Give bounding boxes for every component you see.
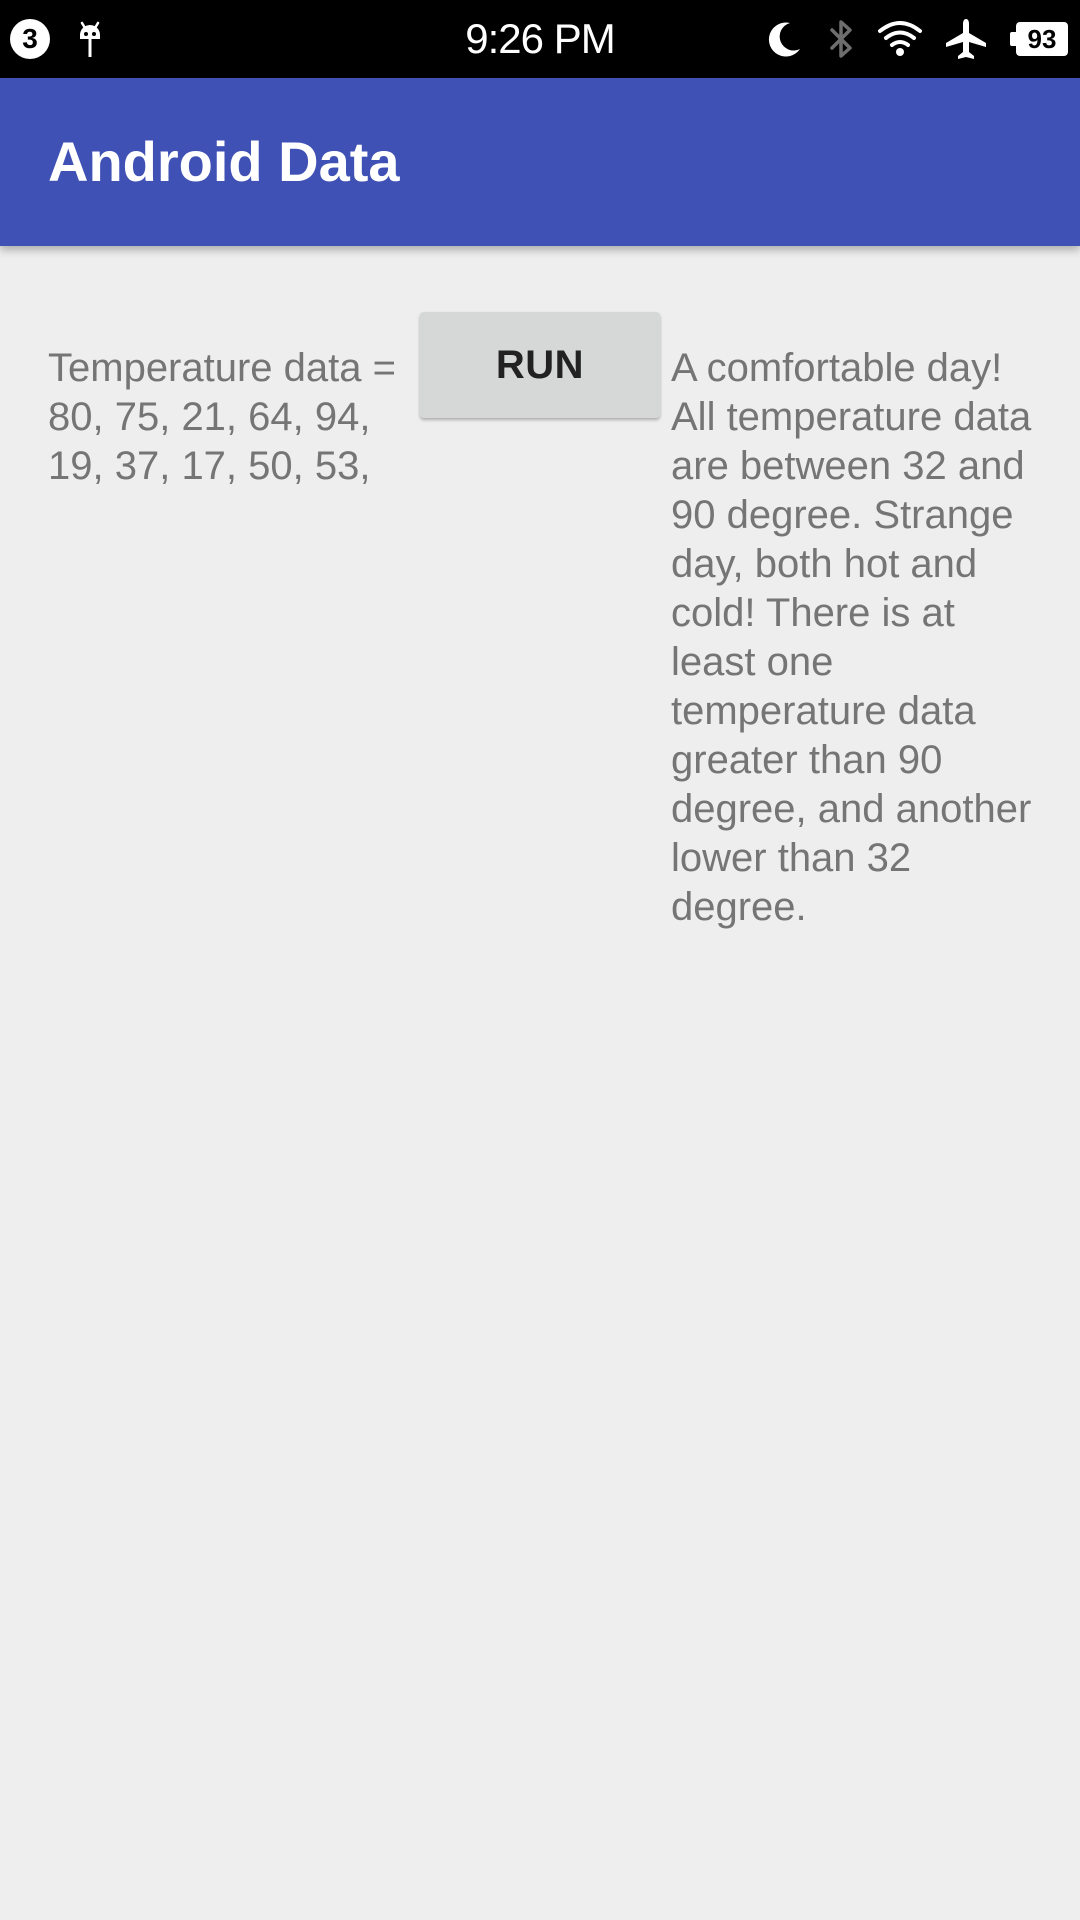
run-button[interactable]: RUN <box>420 312 660 418</box>
bluetooth-icon <box>830 20 852 58</box>
temperature-data-text: Temperature data = 80, 75, 21, 64, 94, 1… <box>48 346 396 488</box>
notification-count-badge: 3 <box>10 19 50 59</box>
battery-level: 93 <box>1027 24 1057 54</box>
android-debug-icon <box>80 21 100 57</box>
status-bar-left: 3 <box>10 16 104 62</box>
airplane-icon <box>946 19 986 59</box>
result-text: A comfortable day! All temperature data … <box>671 346 1032 929</box>
status-bar: 3 9:26 PM 93 <box>0 0 1080 78</box>
wifi-icon <box>878 21 922 56</box>
moon-icon <box>768 22 800 57</box>
main-content: Temperature data = 80, 75, 21, 64, 94, 1… <box>0 246 1080 1920</box>
app-title: Android Data <box>48 130 400 193</box>
app-bar: Android Data <box>0 78 1080 246</box>
battery-icon: 93 <box>1010 22 1068 56</box>
status-bar-right: 93 <box>742 14 1068 64</box>
